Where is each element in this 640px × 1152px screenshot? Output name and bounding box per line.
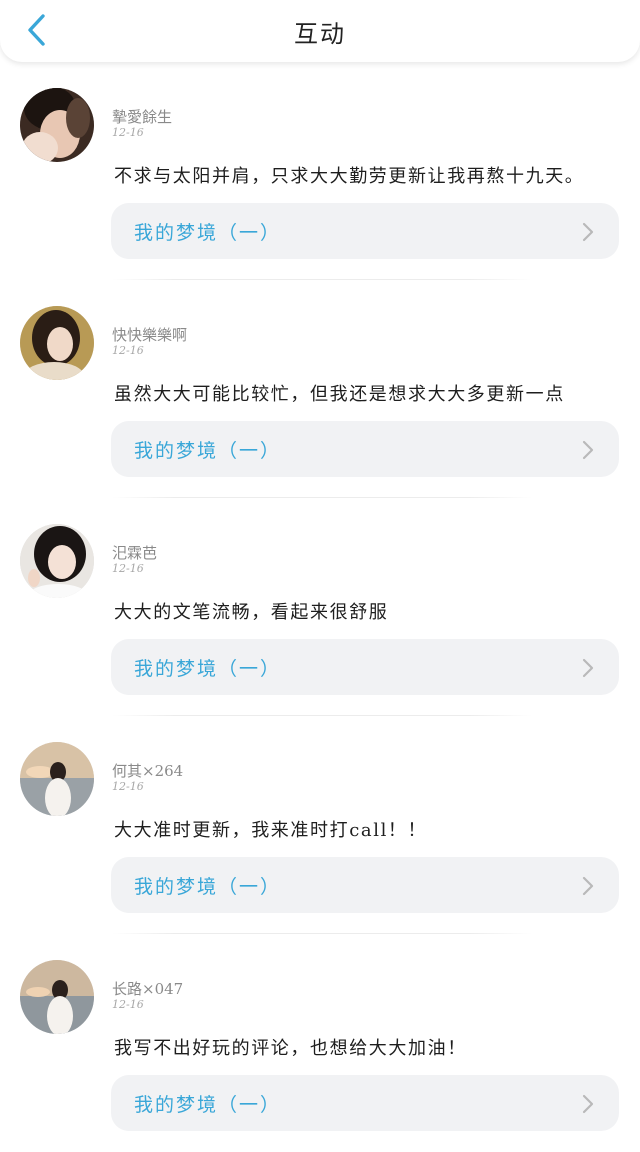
chapter-link-label: 我的梦境（一）: [134, 658, 282, 680]
username[interactable]: 长路×047: [112, 978, 183, 999]
comment-item: 何其×264 12-16 大大准时更新，我来准时打call！！ 我的梦境（一）: [0, 716, 640, 934]
chapter-link-card[interactable]: 我的梦境（一）: [111, 1075, 619, 1131]
comment-text: 虽然大大可能比较忙，但我还是想求大大多更新一点: [114, 384, 565, 405]
comment-item: 长路×047 12-16 我写不出好玩的评论，也想给大大加油！ 我的梦境（一）: [0, 934, 640, 1152]
chevron-right-icon: [582, 440, 594, 460]
comment-item: 汜霖芭 12-16 大大的文笔流畅，看起来很舒服 我的梦境（一）: [0, 498, 640, 716]
comment-date: 12-16: [112, 562, 144, 575]
avatar[interactable]: [20, 960, 94, 1034]
avatar[interactable]: [20, 88, 94, 162]
comment-text: 大大准时更新，我来准时打call！！: [114, 820, 428, 841]
chapter-link-card[interactable]: 我的梦境（一）: [111, 639, 619, 695]
comment-text: 不求与太阳并肩，只求大大勤劳更新让我再熬十九天。: [114, 166, 585, 187]
comment-date: 12-16: [112, 344, 144, 357]
avatar[interactable]: [20, 524, 94, 598]
comment-item: 摯愛餘生 12-16 不求与太阳并肩，只求大大勤劳更新让我再熬十九天。 我的梦境…: [0, 62, 640, 280]
comment-list: 摯愛餘生 12-16 不求与太阳并肩，只求大大勤劳更新让我再熬十九天。 我的梦境…: [0, 62, 640, 1152]
chapter-link-label: 我的梦境（一）: [134, 440, 282, 462]
chevron-right-icon: [582, 876, 594, 896]
comment-text: 我写不出好玩的评论，也想给大大加油！: [114, 1038, 467, 1059]
chapter-link-card[interactable]: 我的梦境（一）: [111, 421, 619, 477]
chapter-link-card[interactable]: 我的梦境（一）: [111, 857, 619, 913]
comment-text: 大大的文笔流畅，看起来很舒服: [114, 602, 389, 623]
chapter-link-label: 我的梦境（一）: [134, 222, 282, 244]
username[interactable]: 摯愛餘生: [112, 106, 172, 127]
chevron-right-icon: [582, 222, 594, 242]
username[interactable]: 快快樂樂啊: [112, 324, 187, 345]
chevron-right-icon: [582, 658, 594, 678]
chevron-right-icon: [582, 1094, 594, 1114]
top-bar: 互动: [0, 0, 640, 62]
chapter-link-label: 我的梦境（一）: [134, 1094, 282, 1116]
chapter-link-label: 我的梦境（一）: [134, 876, 282, 898]
avatar[interactable]: [20, 306, 94, 380]
chapter-link-card[interactable]: 我的梦境（一）: [111, 203, 619, 259]
comment-date: 12-16: [112, 126, 144, 139]
username[interactable]: 汜霖芭: [112, 542, 157, 563]
username[interactable]: 何其×264: [112, 760, 183, 781]
avatar[interactable]: [20, 742, 94, 816]
comment-date: 12-16: [112, 780, 144, 793]
comment-date: 12-16: [112, 998, 144, 1011]
comment-item: 快快樂樂啊 12-16 虽然大大可能比较忙，但我还是想求大大多更新一点 我的梦境…: [0, 280, 640, 498]
page-title: 互动: [294, 20, 346, 48]
